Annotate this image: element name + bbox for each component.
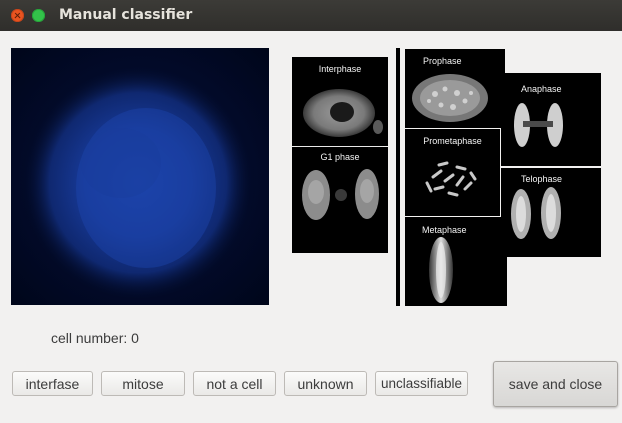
label-metaphase: Metaphase: [422, 225, 467, 235]
not-a-cell-button[interactable]: not a cell: [193, 371, 276, 396]
mitose-button[interactable]: mitose: [101, 371, 185, 396]
close-icon[interactable]: [11, 9, 24, 22]
reference-g1-phase: G1 phase: [292, 147, 388, 253]
title-bar: Manual classifier: [0, 0, 622, 31]
reference-prophase: Prophase: [405, 49, 505, 128]
interfase-button[interactable]: interfase: [12, 371, 93, 396]
label-anaphase: Anaphase: [521, 84, 562, 94]
reference-telophase: Telophase: [501, 168, 601, 257]
label-telophase: Telophase: [521, 174, 563, 184]
cell-number-label: cell number: 0: [51, 330, 139, 346]
unclassifiable-button[interactable]: unclassifiable: [375, 371, 468, 396]
maximize-icon[interactable]: [32, 9, 45, 22]
label-interphase: Interphase: [318, 64, 362, 74]
manual-classifier-window: Manual classifier Interphase G1 phase Pr…: [0, 0, 622, 423]
label-prometaphase: Prometaphase: [423, 136, 482, 146]
save-and-close-button[interactable]: save and close: [493, 361, 618, 407]
label-g1-phase: G1 phase: [320, 152, 360, 162]
reference-prometaphase: Prometaphase: [405, 129, 500, 216]
reference-interphase: Interphase: [292, 57, 388, 146]
reference-anaphase: Anaphase: [501, 73, 601, 166]
unknown-button[interactable]: unknown: [284, 371, 367, 396]
mitosis-reference-chart: Interphase G1 phase Prophase Prometaphas…: [291, 48, 606, 306]
reference-separator: [396, 48, 400, 306]
label-prophase: Prophase: [423, 56, 462, 66]
reference-metaphase: Metaphase: [405, 217, 507, 306]
window-title: Manual classifier: [59, 7, 193, 23]
cell-image: [11, 48, 269, 305]
